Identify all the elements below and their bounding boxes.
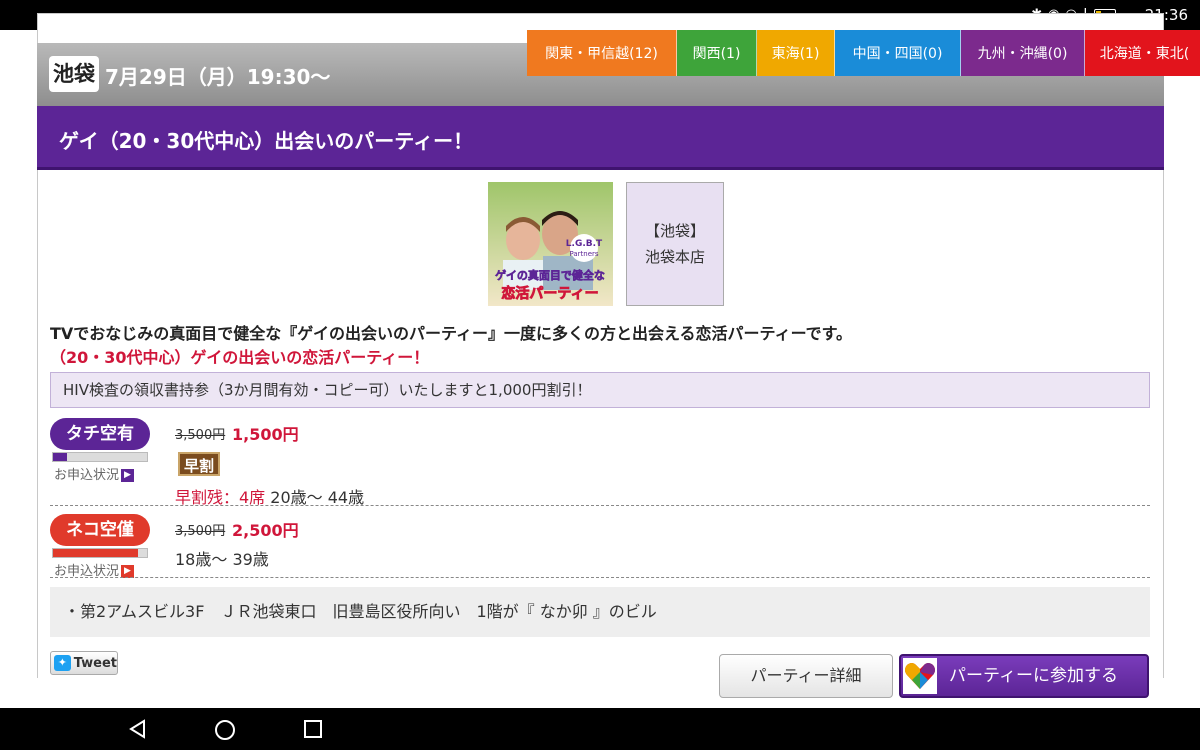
divider [50, 577, 1150, 578]
price-original: 3,500円 [175, 524, 226, 539]
tweet-label: Tweet [73, 655, 117, 671]
price-current: 1,500円 [232, 425, 299, 444]
event-description-sub: （20・30代中心）ゲイの出会いの恋活パーティー！ [50, 348, 430, 367]
region-tab[interactable]: 関西(1) [677, 30, 757, 76]
divider [50, 505, 1150, 506]
ticket-badge: ネコ空僅 [50, 514, 150, 546]
location-box[interactable]: 【池袋】 池袋本店 [626, 182, 724, 306]
party-detail-button[interactable]: パーティー詳細 [719, 654, 893, 698]
region-tab[interactable]: 北海道・東北( [1085, 30, 1200, 76]
photo-catch2: 恋活パーティー [501, 285, 598, 302]
back-icon[interactable] [128, 719, 148, 739]
event-title-bar: ゲイ（20・30代中心）出会いのパーティー！ [37, 106, 1164, 170]
event-title: ゲイ（20・30代中心）出会いのパーティー！ [59, 129, 474, 153]
price-current: 2,500円 [232, 521, 299, 540]
discount-notice: HIV検査の領収書持参（3か月間有効・コピー可）いたしますと1,000円割引！ [50, 372, 1150, 408]
photo-catch1: ゲイの真面目で健全な [495, 268, 605, 282]
region-tab[interactable]: 東海(1) [757, 30, 835, 76]
join-label: パーティーに参加する [949, 666, 1118, 686]
logo-line1: L.G.B.T [566, 239, 603, 249]
home-icon[interactable] [214, 719, 236, 741]
early-discount-badge: 早割 [178, 452, 221, 476]
region-tab[interactable]: 関東・甲信越(12) [527, 30, 677, 76]
region-tabs: 関東・甲信越(12) 関西(1) 東海(1) 中国・四国(0) 九州・沖縄(0) 北海道・… [527, 30, 1200, 76]
area-badge: 池袋 [49, 56, 99, 92]
android-nav-bar [0, 708, 1200, 750]
application-status-bar [52, 548, 148, 558]
tweet-button[interactable]: ✦ Tweet [50, 651, 118, 675]
application-status-label: お申込状況 [54, 468, 120, 483]
recents-icon[interactable] [303, 719, 323, 739]
location-name: 池袋本店 [644, 248, 705, 266]
rainbow-heart-icon [903, 658, 937, 694]
event-photo: L.G.B.T Partners ゲイの真面目で健全な 恋活パーティー [488, 182, 613, 306]
location-area: 【池袋】 [644, 222, 705, 240]
event-date: 7月29日（月）19:30〜 [105, 65, 331, 89]
twitter-bird-icon: ✦ [54, 655, 71, 671]
logo-line2: Partners [569, 250, 598, 258]
event-description: TVでおなじみの真面目で健全な『ゲイの出会いのパーティー』一度に多くの方と出会え… [50, 324, 853, 343]
application-status-link[interactable]: お申込状況 ▶ [54, 464, 135, 483]
ticket-badge: タチ空有 [50, 418, 150, 450]
access-info: ・第2アムスビル3F ＪＲ池袋東口 旧豊島区役所向い 1階が『 なか卯 』のビル [50, 587, 1150, 637]
price-original: 3,500円 [175, 428, 226, 443]
age-range: 18歳〜 39歳 [175, 550, 269, 569]
join-party-button[interactable]: パーティーに参加する [899, 654, 1149, 698]
region-tab[interactable]: 中国・四国(0) [835, 30, 961, 76]
arrow-right-icon: ▶ [121, 469, 135, 482]
region-tab[interactable]: 九州・沖縄(0) [961, 30, 1085, 76]
application-status-bar [52, 452, 148, 462]
